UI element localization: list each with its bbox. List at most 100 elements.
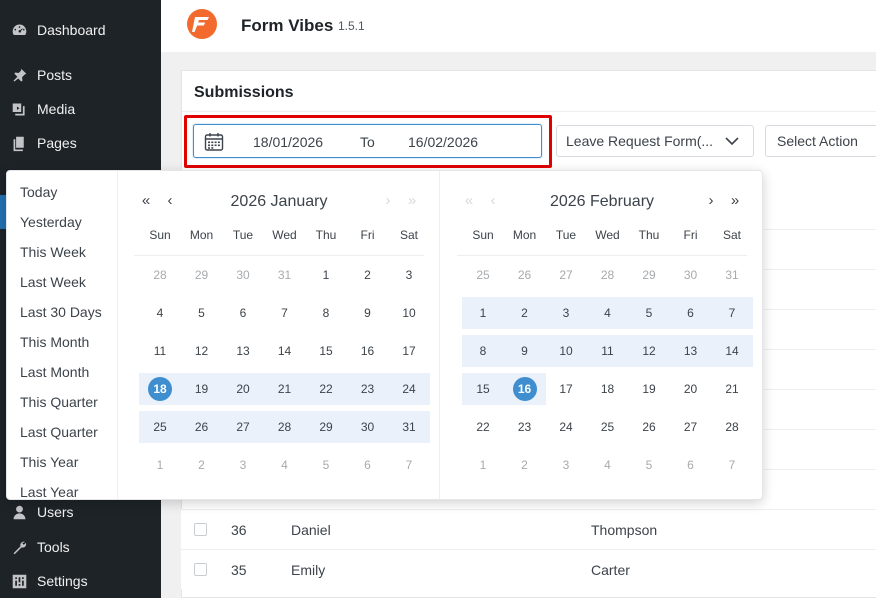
calendar-day: 31 [725, 268, 739, 282]
row-id: 35 [231, 562, 247, 578]
calendar-day[interactable]: 25 [587, 411, 629, 443]
calendar-day[interactable]: 14 [264, 335, 306, 367]
bulk-action-value: Select Action [777, 133, 858, 149]
calendar-day[interactable]: 8 [305, 297, 347, 329]
calendar-day[interactable]: 25 [139, 411, 181, 443]
calendar-day[interactable]: 21 [711, 373, 753, 405]
preset-today[interactable]: Today [20, 184, 57, 200]
calendar-day[interactable]: 26 [180, 411, 223, 443]
calendar-day[interactable]: 10 [388, 297, 430, 329]
selected-day[interactable]: 16 [503, 373, 546, 405]
row-first-name: Daniel [291, 522, 331, 538]
calendar-day[interactable]: 2 [347, 259, 389, 291]
next-year-button[interactable]: » [727, 192, 743, 210]
calendar-day[interactable]: 15 [462, 373, 504, 405]
calendar-day[interactable]: 30 [346, 411, 389, 443]
preset-last-week[interactable]: Last Week [20, 274, 86, 290]
calendar-day[interactable]: 2 [503, 297, 546, 329]
media-icon [10, 100, 28, 118]
sidebar-item-media[interactable]: Media [0, 92, 161, 126]
calendar-day[interactable]: 1 [305, 259, 347, 291]
sidebar-item-pages[interactable]: Pages [0, 126, 161, 160]
calendar-day[interactable]: 13 [222, 335, 264, 367]
preset-last-quarter[interactable]: Last Quarter [20, 424, 98, 440]
calendar-day[interactable]: 15 [305, 335, 347, 367]
calendar-day[interactable]: 5 [628, 297, 670, 329]
calendar-day[interactable]: 19 [180, 373, 223, 405]
calendar-day[interactable]: 22 [462, 411, 504, 443]
preset-this-quarter[interactable]: This Quarter [20, 394, 98, 410]
sidebar-item-posts[interactable]: Posts [0, 58, 161, 92]
calendar-day[interactable]: 11 [586, 335, 629, 367]
calendar-day[interactable]: 11 [139, 335, 181, 367]
app-header: Form Vibes 1.5.1 [161, 0, 876, 52]
calendar-day[interactable]: 5 [181, 297, 223, 329]
row-checkbox[interactable] [194, 563, 207, 576]
calendar-day[interactable]: 27 [670, 411, 712, 443]
calendar-day[interactable]: 28 [711, 411, 753, 443]
sidebar-item-tools[interactable]: Tools [0, 530, 161, 564]
calendar-day[interactable]: 4 [586, 297, 629, 329]
preset-yesterday[interactable]: Yesterday [20, 214, 82, 230]
calendar-day[interactable]: 17 [545, 373, 587, 405]
calendar-day[interactable]: 26 [628, 411, 670, 443]
calendar-day[interactable]: 29 [305, 411, 347, 443]
calendar-day[interactable]: 22 [305, 373, 347, 405]
calendar-day[interactable]: 18 [587, 373, 629, 405]
table-row[interactable]: 36 Daniel Thompson [181, 509, 876, 549]
sidebar-item-dashboard[interactable]: Dashboard [0, 13, 161, 47]
calendar-day[interactable]: 6 [222, 297, 264, 329]
preset-last-month[interactable]: Last Month [20, 364, 89, 380]
calendar-day[interactable]: 23 [346, 373, 389, 405]
calendar-day[interactable]: 20 [222, 373, 264, 405]
row-checkbox[interactable] [194, 523, 207, 536]
date-range-input[interactable]: 18/01/2026 To 16/02/2026 [193, 124, 542, 158]
calendar-day[interactable]: 14 [711, 335, 753, 367]
calendar-day: 30 [236, 268, 250, 282]
table-row[interactable]: 35 Emily Carter [181, 549, 876, 589]
calendar-day[interactable]: 8 [462, 335, 504, 367]
form-select[interactable]: Leave Request Form(... [556, 125, 754, 157]
calendar-day[interactable]: 17 [388, 335, 430, 367]
calendar-day[interactable]: 21 [263, 373, 306, 405]
calendar-day[interactable]: 10 [545, 335, 587, 367]
calendar-day[interactable]: 24 [388, 373, 430, 405]
selected-day[interactable]: 18 [139, 373, 181, 405]
range-start-date[interactable]: 18/01/2026 [253, 134, 323, 150]
calendar-day[interactable]: 7 [711, 297, 753, 329]
preset-this-year[interactable]: This Year [20, 454, 78, 470]
preset-this-week[interactable]: This Week [20, 244, 86, 260]
calendar-day[interactable]: 9 [347, 297, 389, 329]
calendar-day[interactable]: 1 [462, 297, 504, 329]
calendar-day: 4 [604, 458, 611, 472]
calendar-day[interactable]: 20 [670, 373, 712, 405]
calendar-day[interactable]: 28 [263, 411, 306, 443]
calendar-day[interactable]: 27 [222, 411, 264, 443]
next-month-button[interactable]: › [703, 192, 719, 210]
preset-last-30-days[interactable]: Last 30 Days [20, 304, 102, 320]
table-row-divider [764, 269, 876, 270]
preset-this-month[interactable]: This Month [20, 334, 89, 350]
calendar-day[interactable]: 12 [628, 335, 670, 367]
calendar-day[interactable]: 13 [669, 335, 712, 367]
dashboard-icon [10, 21, 28, 39]
table-row-divider [764, 469, 876, 470]
preset-last-year[interactable]: Last Year [20, 484, 78, 499]
range-end-date[interactable]: 16/02/2026 [408, 134, 478, 150]
calendar-day[interactable]: 19 [628, 373, 670, 405]
sidebar-item-users[interactable]: Users [0, 495, 161, 529]
calendar-day[interactable]: 23 [504, 411, 546, 443]
calendar-day[interactable]: 12 [181, 335, 223, 367]
calendar-day[interactable]: 3 [545, 297, 587, 329]
calendar-day[interactable]: 3 [388, 259, 430, 291]
calendar-day[interactable]: 31 [388, 411, 430, 443]
calendar-day[interactable]: 4 [139, 297, 181, 329]
calendar-day: 29 [642, 268, 656, 282]
calendar-day[interactable]: 16 [347, 335, 389, 367]
calendar-day[interactable]: 9 [503, 335, 546, 367]
calendar-day[interactable]: 24 [545, 411, 587, 443]
calendar-day[interactable]: 6 [669, 297, 712, 329]
sidebar-item-settings[interactable]: Settings [0, 564, 161, 598]
bulk-action-select[interactable]: Select Action [765, 125, 876, 157]
calendar-day[interactable]: 7 [264, 297, 306, 329]
